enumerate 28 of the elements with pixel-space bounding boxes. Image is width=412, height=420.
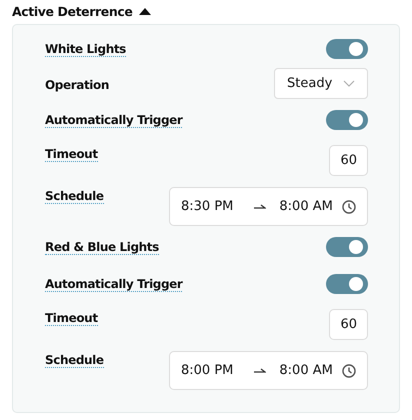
- clock-icon: [342, 364, 356, 378]
- start-time: 8:00 PM: [181, 363, 234, 378]
- section-title: Active Deterrence: [12, 4, 132, 18]
- schedule-field[interactable]: 8:30 PM 8:00 AM: [169, 187, 368, 226]
- operation-dropdown[interactable]: Steady: [274, 68, 368, 99]
- setting-label: Automatically Trigger: [45, 276, 182, 292]
- setting-label: Red & Blue Lights: [45, 240, 159, 254]
- start-time: 8:30 PM: [181, 199, 234, 214]
- setting-label: Automatically Trigger: [45, 112, 182, 128]
- setting-label: White Lights: [45, 42, 126, 56]
- dropdown-value: Steady: [287, 76, 332, 91]
- end-time: 8:00 AM: [279, 363, 333, 378]
- toggle-switch[interactable]: [326, 39, 368, 59]
- setting-label: Operation: [45, 77, 109, 92]
- schedule-field[interactable]: 8:00 PM 8:00 AM: [169, 351, 368, 390]
- end-time: 8:00 AM: [279, 199, 333, 214]
- chevron-down-icon: [343, 80, 355, 87]
- setting-label: Schedule: [45, 187, 104, 204]
- toggle-switch[interactable]: [326, 237, 368, 257]
- caret-icon[interactable]: [139, 7, 152, 15]
- toggle-switch[interactable]: [326, 274, 368, 294]
- clock-icon: [342, 200, 356, 214]
- setting-label: Timeout: [45, 309, 98, 326]
- timeout-field[interactable]: 60: [329, 145, 368, 176]
- toggle-switch[interactable]: [326, 110, 368, 130]
- setting-label: Schedule: [45, 351, 104, 368]
- timeout-field[interactable]: 60: [329, 309, 368, 340]
- setting-label: Timeout: [45, 145, 98, 162]
